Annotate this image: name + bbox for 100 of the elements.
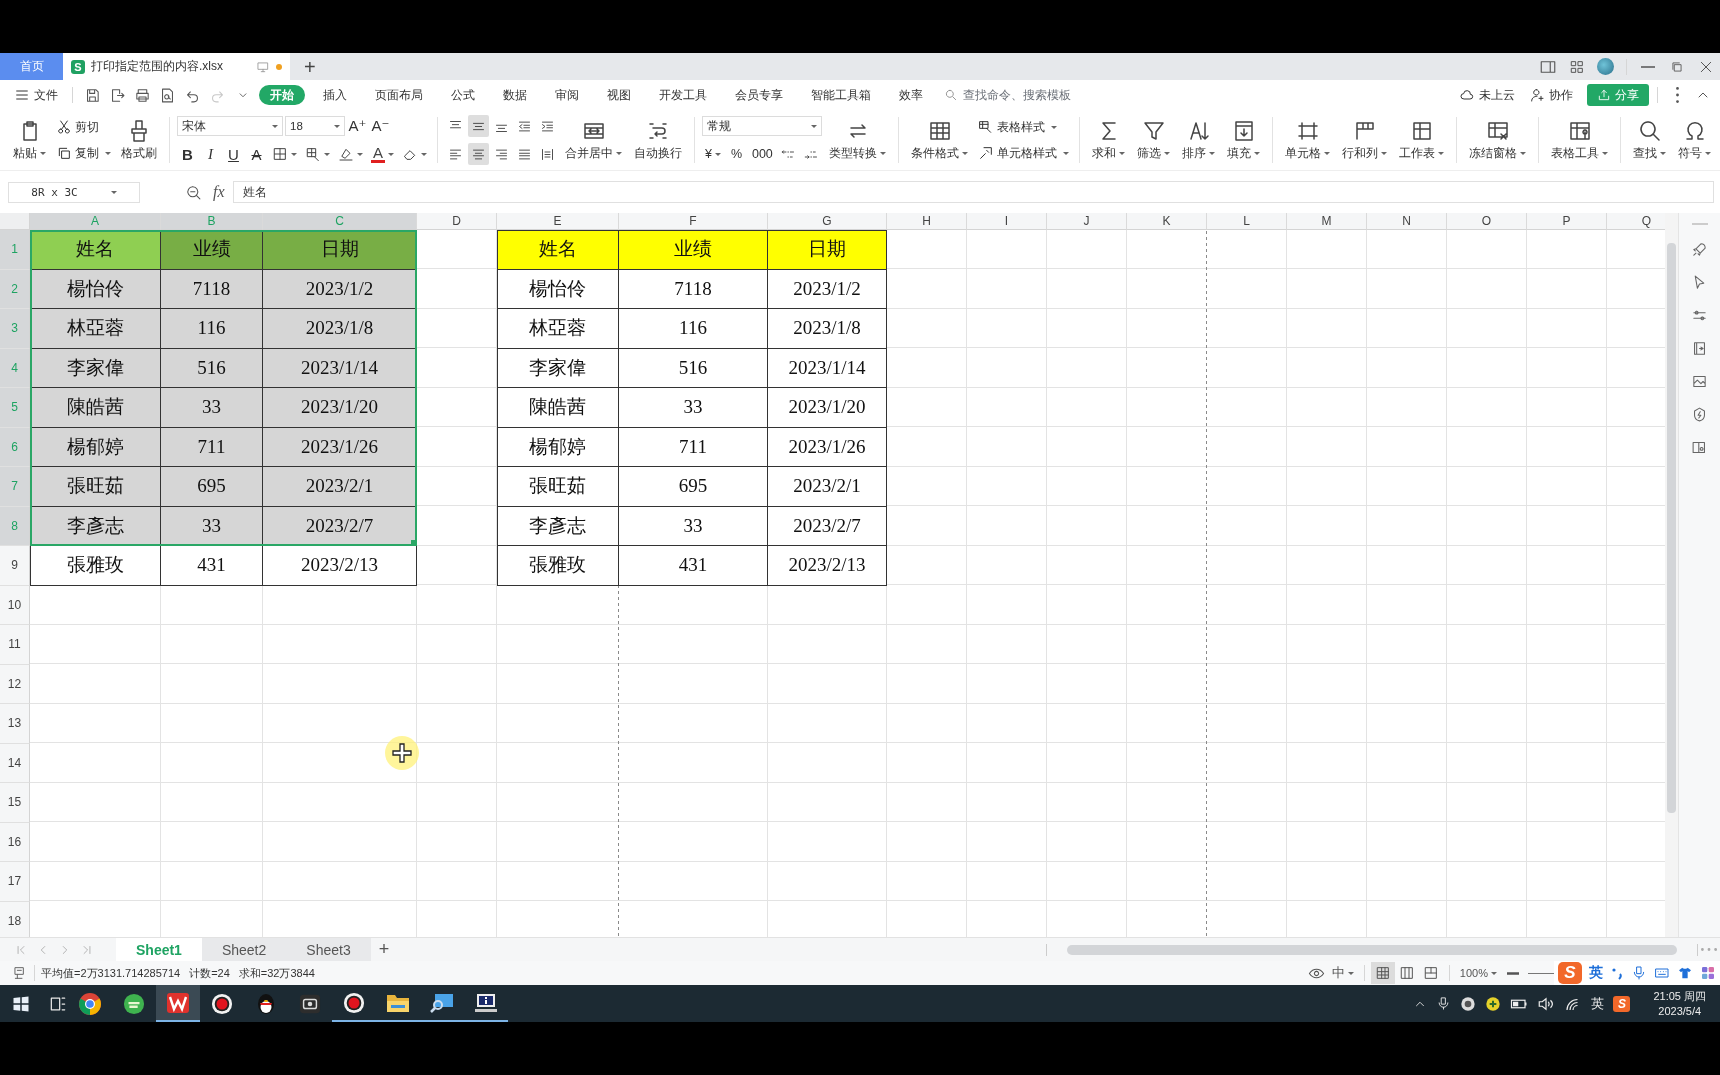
column-header[interactable]: O (1447, 213, 1527, 230)
ribbon-command-button[interactable]: 冻结窗格 (1464, 117, 1531, 163)
font-size-field[interactable]: 18 (285, 116, 345, 136)
column-header[interactable]: P (1527, 213, 1607, 230)
plus-circle-icon[interactable] (1485, 995, 1502, 1012)
vertical-align-button[interactable] (468, 115, 489, 137)
row-header[interactable]: 13 (0, 704, 30, 744)
new-tab-button[interactable]: + (304, 56, 316, 77)
taskbar-app[interactable] (156, 985, 200, 1022)
windows-start-icon[interactable] (12, 994, 30, 1013)
ribbon-command-button[interactable]: 行和列 (1337, 117, 1392, 163)
ribbon-tab[interactable]: 数据 (493, 85, 537, 105)
ime-language[interactable]: 英 (1589, 964, 1603, 982)
sheet-tab[interactable]: Sheet3 (286, 938, 371, 961)
column-header[interactable]: M (1287, 213, 1367, 230)
ribbon-command-button[interactable]: 求和 (1087, 117, 1130, 163)
ribbon-command-button[interactable]: 填充 (1222, 117, 1265, 163)
ribbon-tab[interactable]: 视图 (597, 85, 641, 105)
side-tool-button[interactable] (1691, 241, 1708, 258)
selection-frame[interactable] (30, 230, 417, 546)
underline-button[interactable]: U (223, 143, 244, 165)
column-header[interactable]: K (1127, 213, 1207, 230)
column-header[interactable]: G (768, 213, 887, 230)
italic-button[interactable]: I (200, 143, 221, 165)
row-header[interactable]: 18 (0, 901, 30, 937)
row-header[interactable]: 9 (0, 546, 30, 586)
side-tool-button[interactable] (1691, 439, 1708, 456)
side-tool-button[interactable] (1691, 340, 1708, 357)
merge-center-button[interactable]: 合并居中 (560, 117, 627, 163)
font-size-step-button[interactable]: A⁻ (370, 115, 391, 137)
strike-button[interactable]: A (246, 143, 267, 165)
number-style-button[interactable]: ¥ (702, 143, 724, 165)
shirt-icon[interactable] (1677, 965, 1693, 981)
ribbon-tab[interactable]: 审阅 (545, 85, 589, 105)
avatar-icon[interactable] (1597, 58, 1614, 75)
ribbon-tab[interactable]: 开发工具 (649, 85, 717, 105)
ribbon-command-button[interactable]: 单元格样式 (975, 142, 1072, 164)
ribbon-command-button[interactable]: 排序 (1177, 117, 1220, 163)
column-header[interactable]: Q (1607, 213, 1665, 230)
row-header[interactable]: 10 (0, 585, 30, 625)
ribbon-tab[interactable]: 插入 (313, 85, 357, 105)
apps-icon[interactable] (1700, 965, 1716, 981)
paste-button[interactable]: 粘贴 (8, 117, 51, 163)
name-box[interactable]: 8R x 3C (8, 181, 140, 203)
column-header[interactable]: I (967, 213, 1047, 230)
document-tab[interactable]: S 打印指定范围的内容.xlsx (63, 53, 290, 80)
font-color-button[interactable]: A (368, 143, 397, 165)
wrap-text-button[interactable]: 自动换行 (629, 117, 687, 163)
cloud-status-button[interactable]: 未上云 (1453, 84, 1521, 106)
ribbon-command-button[interactable]: 筛选 (1132, 117, 1175, 163)
column-header[interactable]: J (1047, 213, 1127, 230)
input-language[interactable]: 英 (1591, 994, 1605, 1013)
file-menu[interactable]: 文件 (8, 84, 64, 106)
ribbon-command-button[interactable]: 工作表 (1394, 117, 1449, 163)
column-header[interactable]: E (497, 213, 619, 230)
row-header[interactable]: 15 (0, 783, 30, 823)
ribbon-tab[interactable]: 会员专享 (725, 85, 793, 105)
column-header[interactable]: L (1207, 213, 1287, 230)
row-header[interactable]: 14 (0, 743, 30, 783)
badge-icon[interactable] (1460, 995, 1477, 1012)
collaborate-button[interactable]: 协作 (1523, 84, 1579, 106)
row-header[interactable]: 17 (0, 862, 30, 902)
ribbon-command-button[interactable]: 表格工具 (1546, 117, 1613, 163)
volume-icon[interactable] (1537, 995, 1556, 1012)
row-header[interactable]: 12 (0, 664, 30, 704)
insert-function-button[interactable]: fx (213, 183, 225, 201)
side-tool-button[interactable] (1691, 406, 1708, 423)
format-painter-button[interactable]: 格式刷 (116, 117, 162, 163)
clock[interactable]: 21:05 周四 2023/5/4 (1653, 988, 1706, 1019)
number-format-field[interactable]: 常规 (702, 116, 822, 136)
bold-button[interactable]: B (177, 143, 198, 165)
ribbon-tab[interactable]: 智能工具箱 (801, 85, 881, 105)
ribbon-command-button[interactable]: 表格样式 (975, 116, 1072, 138)
ribbon-command-button[interactable]: 条件格式 (906, 117, 973, 163)
cut-button[interactable]: 剪切 (53, 116, 114, 138)
side-tool-button[interactable] (1691, 373, 1708, 390)
vertical-scrollbar[interactable] (1665, 213, 1678, 937)
formula-field[interactable]: 姓名 (232, 181, 1714, 203)
row-header[interactable]: 11 (0, 625, 30, 665)
search-field[interactable]: 查找命令、搜索模板 (944, 87, 1095, 103)
add-sheet-button[interactable]: + (378, 939, 390, 960)
ribbon-command-button[interactable]: 查找 (1628, 117, 1671, 163)
font-family-field[interactable]: 宋体 (177, 116, 283, 136)
row-header[interactable]: 16 (0, 822, 30, 862)
horizontal-align-button[interactable] (468, 143, 489, 165)
column-header[interactable]: N (1367, 213, 1447, 230)
ribbon-tab[interactable]: 页面布局 (365, 85, 433, 105)
column-header[interactable]: D (417, 213, 497, 230)
number-style-button[interactable]: 000 (748, 143, 776, 165)
column-header[interactable]: F (619, 213, 768, 230)
view-button[interactable] (1370, 962, 1395, 984)
ribbon-tab[interactable]: 效率 (889, 85, 933, 105)
input-mode-button[interactable]: 中 (1327, 962, 1358, 984)
zoom-level-button[interactable]: 100% (1455, 962, 1501, 984)
column-header[interactable]: H (887, 213, 967, 230)
horizontal-scrollbar[interactable] (1046, 943, 1698, 956)
ribbon-command-button[interactable]: 单元格 (1280, 117, 1335, 163)
sheet-tab[interactable]: Sheet2 (201, 938, 287, 961)
ribbon-tab[interactable]: 公式 (441, 85, 485, 105)
ribbon-command-button[interactable]: 符号 (1673, 117, 1716, 163)
